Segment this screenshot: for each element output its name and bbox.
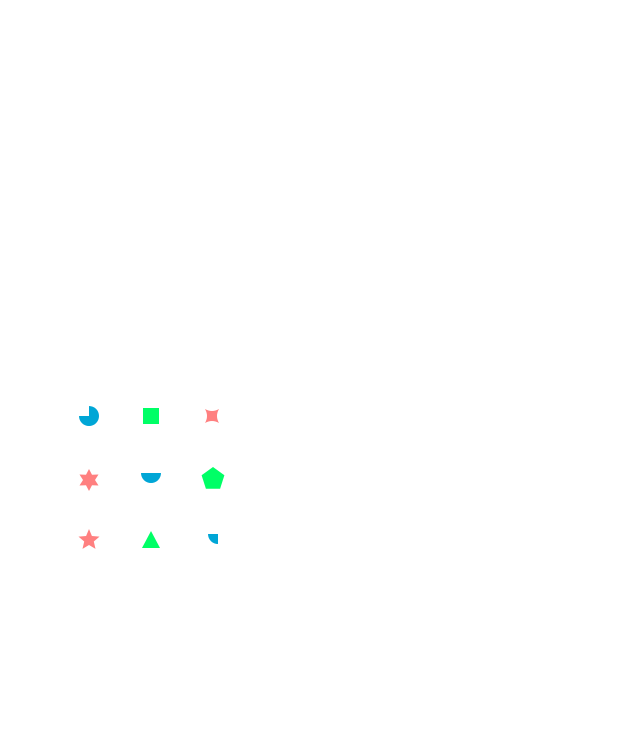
triangle-shape: [142, 531, 160, 548]
quarter-circle-shape: [208, 534, 218, 544]
five-point-star-shape: [78, 529, 100, 549]
three-quarter-circle-shape: [79, 406, 99, 426]
pentagon-shape: [201, 467, 225, 489]
square-shape: [143, 408, 159, 424]
shape-grid: [78, 406, 225, 549]
four-point-concave-star-shape: [205, 409, 219, 423]
half-circle-shape: [141, 473, 161, 483]
six-point-star-shape: [79, 469, 99, 491]
